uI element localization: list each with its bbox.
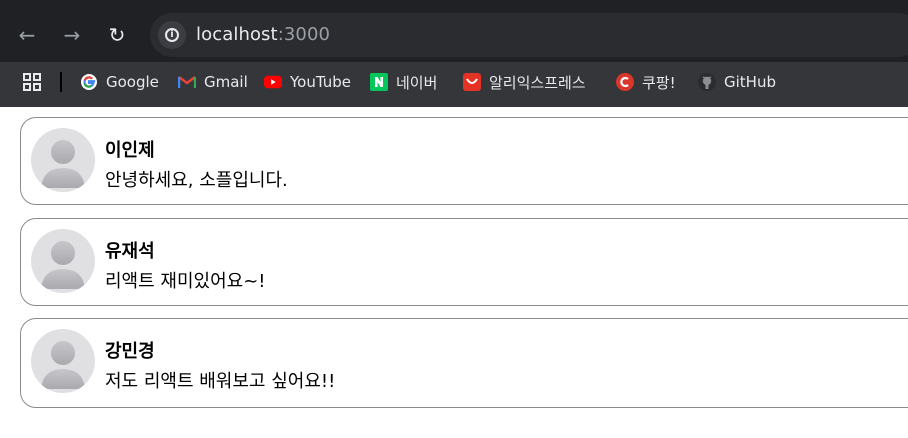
apps-grid-icon[interactable] (22, 72, 42, 92)
bookmark-label: 알리익스프레스 (489, 73, 586, 92)
bookmark-label: GitHub (724, 73, 776, 91)
bookmark-aliexpress[interactable]: 알리익스프레스 (463, 69, 586, 95)
bookmark-label: Google (106, 73, 159, 91)
url-port: :3000 (277, 24, 331, 45)
comment-text: 리액트 재미있어요~! (105, 271, 266, 292)
comment-text: 안녕하세요, 소플입니다. (105, 170, 288, 191)
naver-icon (370, 73, 388, 91)
commenter-name: 강민경 (105, 341, 155, 362)
comment-text: 저도 리액트 배워보고 싶어요!! (105, 371, 336, 392)
commenter-name: 유재석 (105, 241, 155, 262)
page-content: 이인제 안녕하세요, 소플입니다. 유재석 리액트 재미있어요~! 강민경 저도… (0, 107, 908, 438)
bookmark-naver[interactable]: 네이버 (370, 69, 437, 95)
bookmarks-divider (60, 72, 62, 92)
url-text[interactable]: localhost:3000 (196, 24, 330, 45)
reload-button[interactable]: ↻ (101, 19, 133, 51)
bookmarks-bar: Google Gmail YouTube 네이버 알리익스프레스 쿠팡! Git… (0, 62, 908, 107)
user-avatar-icon (31, 229, 95, 293)
site-info-button[interactable]: i (158, 21, 186, 49)
bookmark-gmail[interactable]: Gmail (178, 69, 248, 95)
comment-card: 강민경 저도 리액트 배워보고 싶어요!! (20, 318, 908, 408)
bookmark-github[interactable]: GitHub (698, 69, 776, 95)
bookmark-label: Gmail (204, 73, 248, 91)
google-icon (80, 73, 98, 91)
bookmark-label: 쿠팡! (642, 73, 676, 92)
bookmark-label: YouTube (290, 73, 351, 91)
comment-card: 이인제 안녕하세요, 소플입니다. (20, 117, 908, 205)
commenter-name: 이인제 (105, 140, 155, 161)
bookmark-google[interactable]: Google (80, 69, 159, 95)
arrow-left-icon: ← (18, 23, 36, 47)
info-icon: i (165, 28, 179, 42)
gmail-icon (178, 73, 196, 91)
bookmark-coupang[interactable]: 쿠팡! (616, 69, 676, 95)
forward-button[interactable]: → (56, 19, 88, 51)
address-bar[interactable]: i localhost:3000 (150, 13, 908, 57)
github-icon (698, 73, 716, 91)
user-avatar-icon (31, 128, 95, 192)
aliexpress-icon (463, 73, 481, 91)
youtube-icon (264, 73, 282, 91)
browser-toolbar: ← → ↻ i localhost:3000 (0, 0, 908, 62)
url-host: localhost (196, 24, 278, 45)
coupang-icon (616, 73, 634, 91)
bookmark-youtube[interactable]: YouTube (264, 69, 351, 95)
user-avatar-icon (31, 329, 95, 393)
reload-icon: ↻ (108, 23, 126, 47)
back-button[interactable]: ← (11, 19, 43, 51)
arrow-right-icon: → (63, 23, 81, 47)
comment-card: 유재석 리액트 재미있어요~! (20, 218, 908, 306)
bookmark-label: 네이버 (396, 73, 438, 92)
